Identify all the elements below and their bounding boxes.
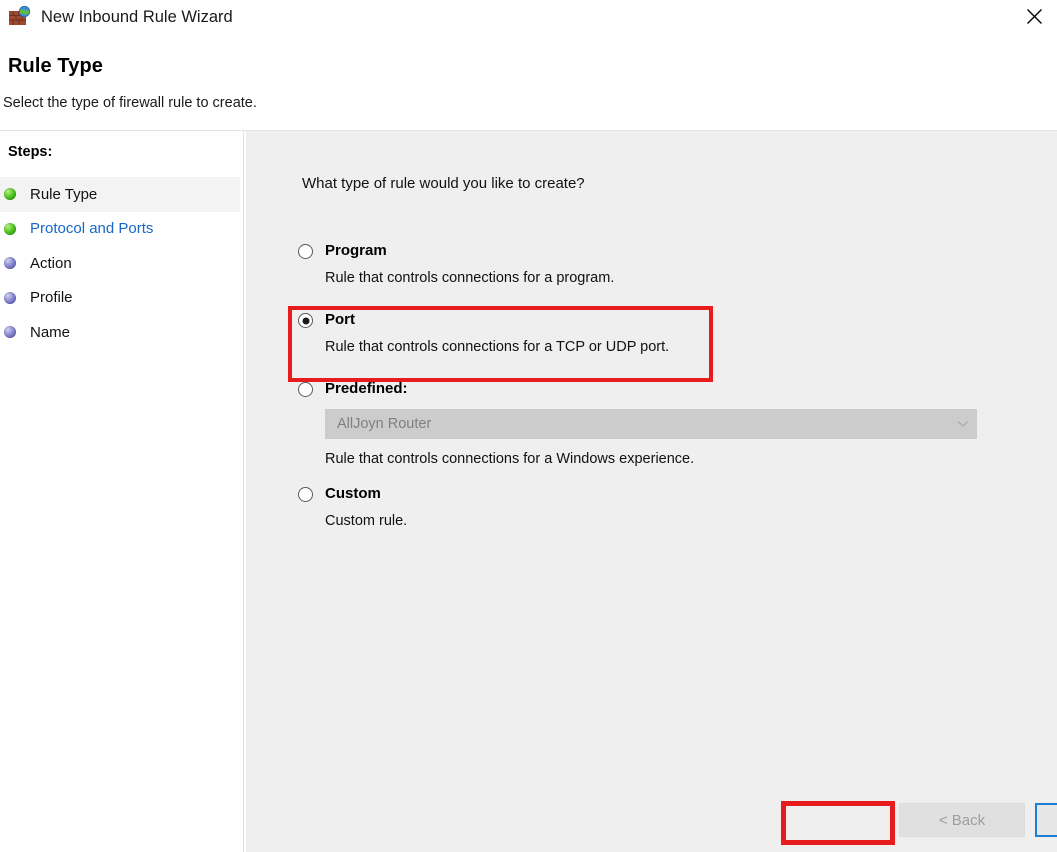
- option-port-description: Rule that controls connections for a TCP…: [325, 339, 670, 355]
- blue-bullet-icon: [4, 326, 16, 339]
- sidebar-item-name[interactable]: Name: [0, 315, 240, 350]
- option-custom-title: Custom: [325, 485, 381, 502]
- predefined-dropdown-value: AllJoyn Router: [337, 416, 432, 432]
- option-custom-description: Custom rule.: [325, 513, 408, 529]
- steps-sidebar: Steps: Rule Type Protocol and Ports Acti…: [0, 131, 240, 852]
- sidebar-item-action[interactable]: Action: [0, 246, 240, 281]
- sidebar-divider: [243, 131, 244, 852]
- radio-custom[interactable]: [298, 487, 313, 502]
- close-icon[interactable]: [1011, 0, 1057, 32]
- radio-port[interactable]: [298, 313, 313, 328]
- title-bar: New Inbound Rule Wizard: [0, 0, 1057, 40]
- firewall-icon: [8, 5, 32, 29]
- option-program-title: Program: [325, 242, 387, 259]
- sidebar-item-profile[interactable]: Profile: [0, 281, 240, 316]
- sidebar-item-protocol-and-ports[interactable]: Protocol and Ports: [0, 212, 240, 247]
- window-title: New Inbound Rule Wizard: [41, 8, 233, 26]
- back-button[interactable]: < Back: [899, 803, 1025, 837]
- option-predefined-head[interactable]: Predefined:: [298, 379, 998, 401]
- radio-predefined[interactable]: [298, 382, 313, 397]
- radio-program[interactable]: [298, 244, 313, 259]
- blue-bullet-icon: [4, 291, 16, 304]
- body-area: Steps: Rule Type Protocol and Ports Acti…: [0, 131, 1057, 852]
- title-bar-left: New Inbound Rule Wizard: [8, 5, 233, 29]
- next-button[interactable]: Next >: [1035, 803, 1057, 837]
- steps-label: Steps:: [8, 144, 53, 160]
- chevron-down-icon: [950, 410, 976, 438]
- green-bullet-icon: [4, 222, 16, 235]
- predefined-dropdown[interactable]: AllJoyn Router: [325, 409, 977, 439]
- option-predefined[interactable]: Predefined: AllJoyn Router Rule that con…: [298, 379, 998, 467]
- steps-list: Rule Type Protocol and Ports Action Prof…: [0, 177, 240, 350]
- blue-bullet-icon: [4, 257, 16, 270]
- sidebar-item-label: Name: [30, 323, 71, 341]
- option-program[interactable]: Program Rule that controls connections f…: [298, 241, 998, 288]
- sidebar-item-label: Profile: [30, 289, 73, 307]
- sidebar-item-label: Rule Type: [30, 185, 98, 203]
- page-subtitle: Select the type of firewall rule to crea…: [3, 95, 257, 111]
- option-program-description: Rule that controls connections for a pro…: [325, 270, 615, 286]
- option-custom[interactable]: Custom Custom rule.: [298, 484, 998, 531]
- rule-type-question: What type of rule would you like to crea…: [302, 175, 585, 192]
- sidebar-item-rule-type[interactable]: Rule Type: [0, 177, 240, 212]
- option-predefined-title: Predefined:: [325, 380, 408, 397]
- sidebar-item-label: Protocol and Ports: [30, 220, 154, 238]
- option-port-head[interactable]: Port: [298, 310, 998, 332]
- page-header: Rule Type Select the type of firewall ru…: [0, 40, 1057, 131]
- content-pane: What type of rule would you like to crea…: [245, 131, 1057, 852]
- option-program-head[interactable]: Program: [298, 241, 998, 263]
- page-title: Rule Type: [8, 55, 103, 77]
- green-bullet-icon: [4, 188, 16, 201]
- option-predefined-description: Rule that controls connections for a Win…: [325, 451, 695, 467]
- option-port[interactable]: Port Rule that controls connections for …: [298, 310, 998, 357]
- option-custom-head[interactable]: Custom: [298, 484, 998, 506]
- sidebar-item-label: Action: [30, 254, 72, 272]
- option-port-title: Port: [325, 311, 355, 328]
